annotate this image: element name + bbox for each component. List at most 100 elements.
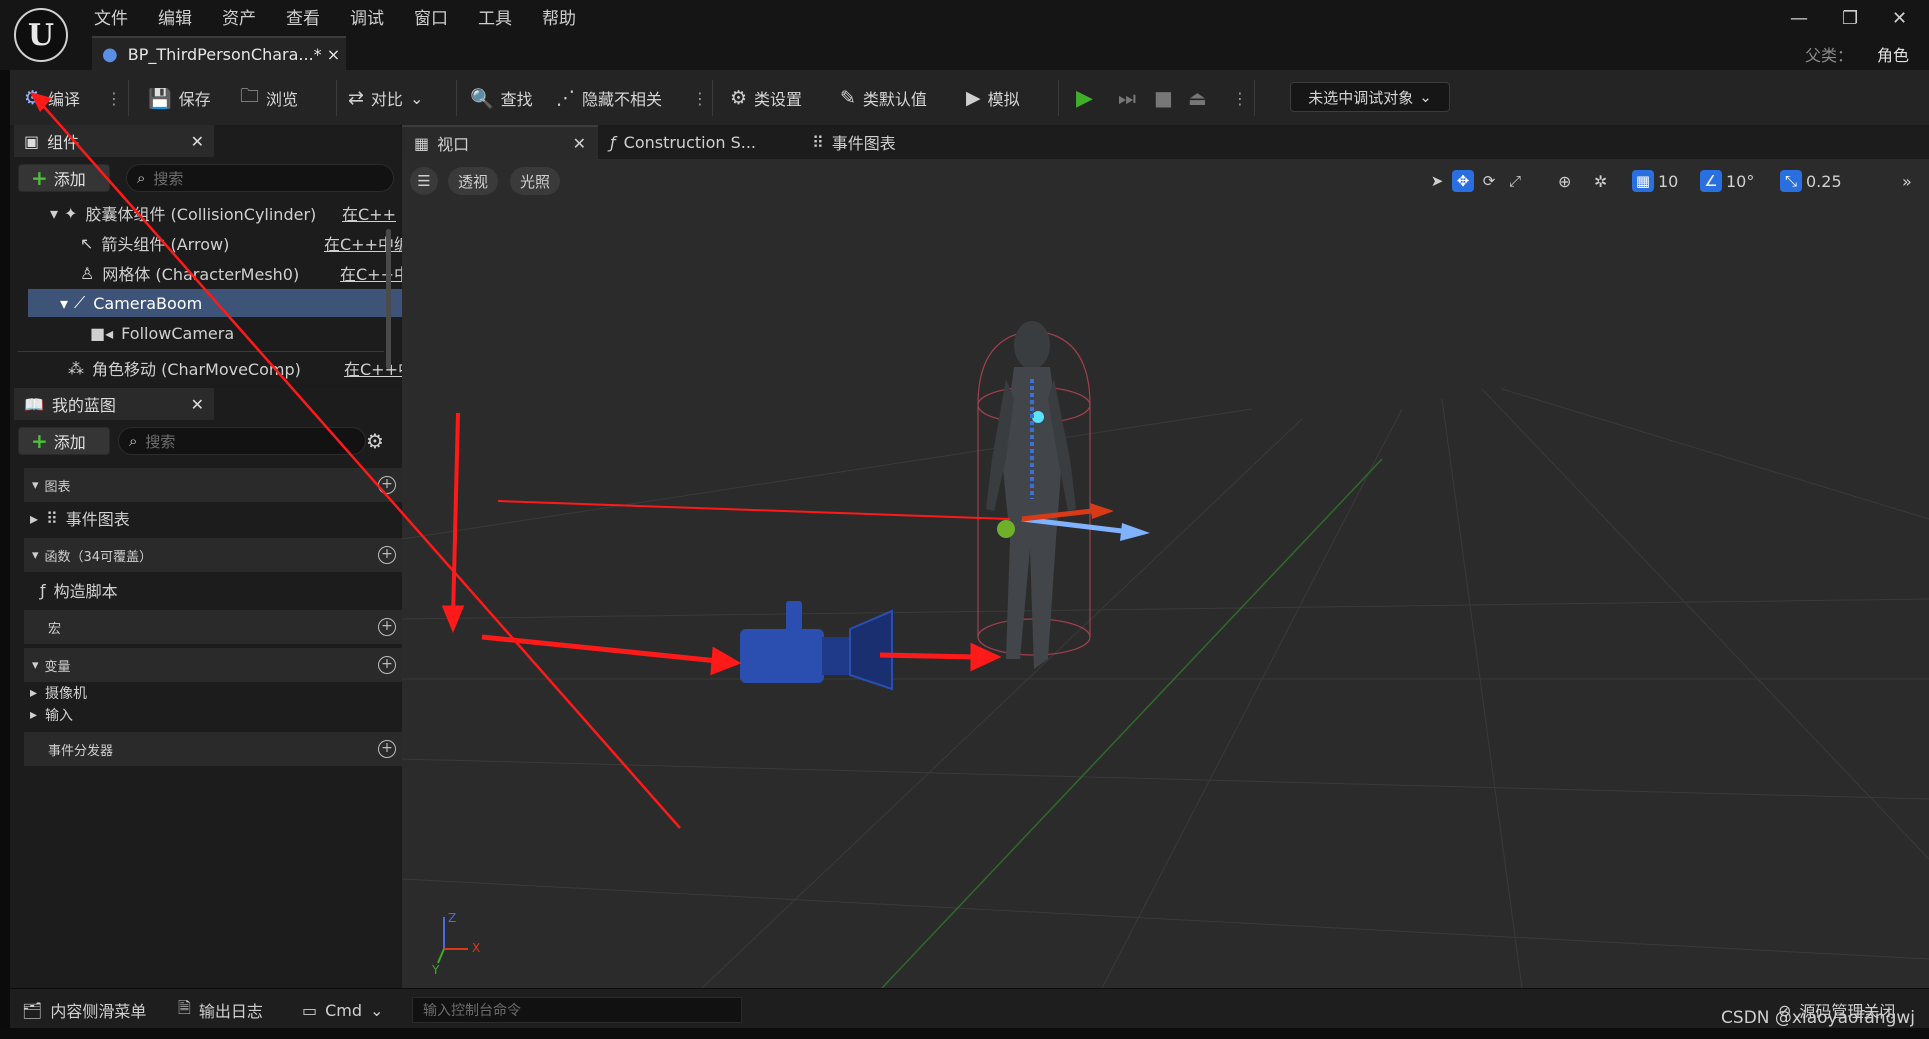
- annotation-arrows: [441, 412, 1011, 676]
- step-icon[interactable]: ⏭: [1118, 84, 1136, 112]
- save-icon: 💾: [148, 87, 172, 110]
- hide-unrelated-button[interactable]: ⋰ 隐藏不相关: [556, 84, 662, 112]
- rotation-snap-button[interactable]: ∠ 10°: [1700, 167, 1754, 195]
- diff-button[interactable]: ⇄ 对比 ⌄: [348, 84, 423, 112]
- restore-icon[interactable]: ❐: [1842, 8, 1858, 29]
- variable-category-input[interactable]: ▸ 输入: [30, 704, 73, 726]
- lighting-label: 光照: [520, 172, 551, 191]
- menu-asset[interactable]: 资产: [222, 4, 256, 29]
- compile-button[interactable]: ⚙ 编译: [24, 84, 80, 112]
- menu-tools[interactable]: 工具: [478, 4, 512, 29]
- add-component-button[interactable]: + 添加: [18, 164, 110, 192]
- gear-icon[interactable]: ⚙: [366, 429, 384, 453]
- section-macros[interactable]: 宏 +: [24, 610, 404, 644]
- surface-snap-icon[interactable]: ✲: [1594, 167, 1607, 195]
- capsule-icon: ✦: [64, 203, 78, 223]
- add-label: 添加: [53, 433, 86, 452]
- menu-window[interactable]: 窗口: [414, 4, 448, 29]
- menu-edit[interactable]: 编辑: [158, 4, 192, 29]
- save-button[interactable]: 💾 保存: [148, 84, 211, 112]
- play-options-icon[interactable]: ⋮: [1232, 84, 1248, 112]
- tree-row-cameraboom[interactable]: ▾ ⟋ CameraBoom: [28, 289, 412, 317]
- scale-icon[interactable]: ⤢: [1504, 170, 1526, 192]
- expand-arrow-icon: ▸: [30, 707, 38, 723]
- add-circle-icon[interactable]: +: [378, 656, 396, 674]
- section-graphs[interactable]: ▾ 图表 +: [24, 468, 404, 502]
- event-graph-item[interactable]: ▸ ⠿ 事件图表: [30, 504, 130, 532]
- viewport-icon: ▦: [414, 133, 430, 153]
- stop-icon[interactable]: ■: [1154, 84, 1173, 112]
- variable-category-camera[interactable]: ▸ 摄像机: [30, 682, 87, 704]
- minimize-icon[interactable]: —: [1790, 8, 1808, 29]
- event-graph-icon: ⠿: [46, 508, 58, 528]
- rotate-icon[interactable]: ⟳: [1478, 170, 1500, 192]
- window-edge: [0, 0, 10, 1039]
- viewport-menu-button[interactable]: ☰: [410, 167, 438, 195]
- document-tab[interactable]: ● BP_ThirdPersonChara...* ×: [92, 36, 346, 70]
- tree-row-collision[interactable]: ▾ ✦ 胶囊体组件 (CollisionCylinder) 在C++: [28, 199, 402, 227]
- world-local-icon[interactable]: ⊕: [1558, 167, 1571, 195]
- tree-row-followcamera[interactable]: ■◂ FollowCamera: [28, 319, 442, 347]
- cmd-select[interactable]: ▭ Cmd ⌄: [302, 997, 383, 1023]
- tree-row-label: 胶囊体组件 (CollisionCylinder): [85, 205, 317, 224]
- add-circle-icon[interactable]: +: [378, 476, 396, 494]
- eject-icon[interactable]: ⏏: [1188, 84, 1207, 112]
- close-icon[interactable]: ✕: [573, 134, 586, 153]
- edit-in-cpp-link[interactable]: 在C++: [342, 201, 402, 225]
- select-icon[interactable]: ➤: [1426, 170, 1448, 192]
- menu-file[interactable]: 文件: [94, 4, 128, 29]
- section-variables[interactable]: ▾ 变量 +: [24, 648, 404, 682]
- add-circle-icon[interactable]: +: [378, 740, 396, 758]
- menu-view[interactable]: 查看: [286, 4, 320, 29]
- components-tab[interactable]: ▣ 组件 ✕: [14, 125, 214, 157]
- tree-row-arrow[interactable]: ↖ 箭头组件 (Arrow) 在C++中编辑: [28, 229, 432, 257]
- content-drawer-button[interactable]: 🗂 内容侧滑菜单: [22, 997, 146, 1023]
- perspective-button[interactable]: 透视: [448, 167, 499, 195]
- tree-row-charmove[interactable]: ⁂ 角色移动 (CharMoveComp) 在C++中: [28, 357, 420, 380]
- simulate-button[interactable]: ▶ 模拟: [966, 84, 1020, 112]
- tree-row-mesh[interactable]: ♙ 网格体 (CharacterMesh0) 在C++中编: [28, 259, 432, 287]
- class-settings-button[interactable]: ⚙ 类设置: [730, 84, 802, 112]
- tab-viewport[interactable]: ▦ 视口 ✕: [402, 125, 598, 159]
- compile-options-icon[interactable]: ⋮: [106, 84, 122, 112]
- component-search-input[interactable]: ⌕ 搜索: [126, 164, 394, 192]
- browse-button[interactable]: 🗀 浏览: [240, 84, 298, 112]
- play-icon[interactable]: ▶: [1076, 84, 1093, 112]
- lighting-button[interactable]: 光照: [510, 167, 561, 195]
- construction-script-item[interactable]: ƒ 构造脚本: [40, 576, 118, 604]
- unreal-logo-icon[interactable]: U: [14, 8, 68, 62]
- add-blueprint-item-button[interactable]: + 添加: [18, 427, 110, 455]
- tab-event-graph[interactable]: ⠿ 事件图表: [800, 125, 908, 159]
- blueprint-search-input[interactable]: ⌕ 搜索: [118, 427, 366, 455]
- close-icon[interactable]: ✕: [191, 132, 204, 151]
- menu-help[interactable]: 帮助: [542, 4, 576, 29]
- find-button[interactable]: 🔍 查找: [470, 84, 533, 112]
- section-event-dispatchers[interactable]: 事件分发器 +: [24, 732, 404, 766]
- parent-class-link[interactable]: 角色: [1877, 42, 1909, 66]
- simulate-label: 模拟: [987, 90, 1020, 109]
- add-circle-icon[interactable]: +: [378, 618, 396, 636]
- tab-construction-script[interactable]: ƒ Construction S...: [598, 125, 768, 159]
- section-functions[interactable]: ▾ 函数（34可覆盖） +: [24, 538, 404, 572]
- find-label: 查找: [500, 90, 533, 109]
- output-log-button[interactable]: 🗎 输出日志: [178, 997, 263, 1023]
- toolbar-divider: [128, 80, 129, 116]
- grid-snap-button[interactable]: ▦ 10: [1632, 167, 1678, 195]
- terminal-icon: ▭: [302, 1000, 318, 1020]
- 3d-viewport[interactable]: Z X Y ☰ 透视 光照 ➤ ✥ ⟳ ⤢ ⊕ ✲ ▦ 10 ∠ 10° ⤡ 0…: [402, 159, 1929, 988]
- section-label: 事件分发器: [48, 743, 114, 759]
- close-icon[interactable]: ✕: [191, 395, 204, 414]
- add-circle-icon[interactable]: +: [378, 546, 396, 564]
- translate-icon[interactable]: ✥: [1452, 170, 1474, 192]
- more-options-icon[interactable]: ⋮: [692, 84, 708, 112]
- console-input[interactable]: 输入控制台命令: [412, 997, 742, 1023]
- expand-toolbar-icon[interactable]: »: [1902, 167, 1912, 195]
- scrollbar[interactable]: [386, 229, 391, 369]
- menu-debug[interactable]: 调试: [350, 4, 384, 29]
- simulate-icon: ▶: [966, 87, 981, 109]
- my-blueprint-tab[interactable]: 📖 我的蓝图 ✕: [14, 388, 214, 420]
- debug-object-select[interactable]: 未选中调试对象 ⌄: [1290, 82, 1450, 112]
- class-defaults-button[interactable]: ✎ 类默认值: [840, 84, 927, 112]
- scale-snap-button[interactable]: ⤡ 0.25: [1780, 167, 1842, 195]
- close-icon[interactable]: ✕: [1892, 8, 1907, 29]
